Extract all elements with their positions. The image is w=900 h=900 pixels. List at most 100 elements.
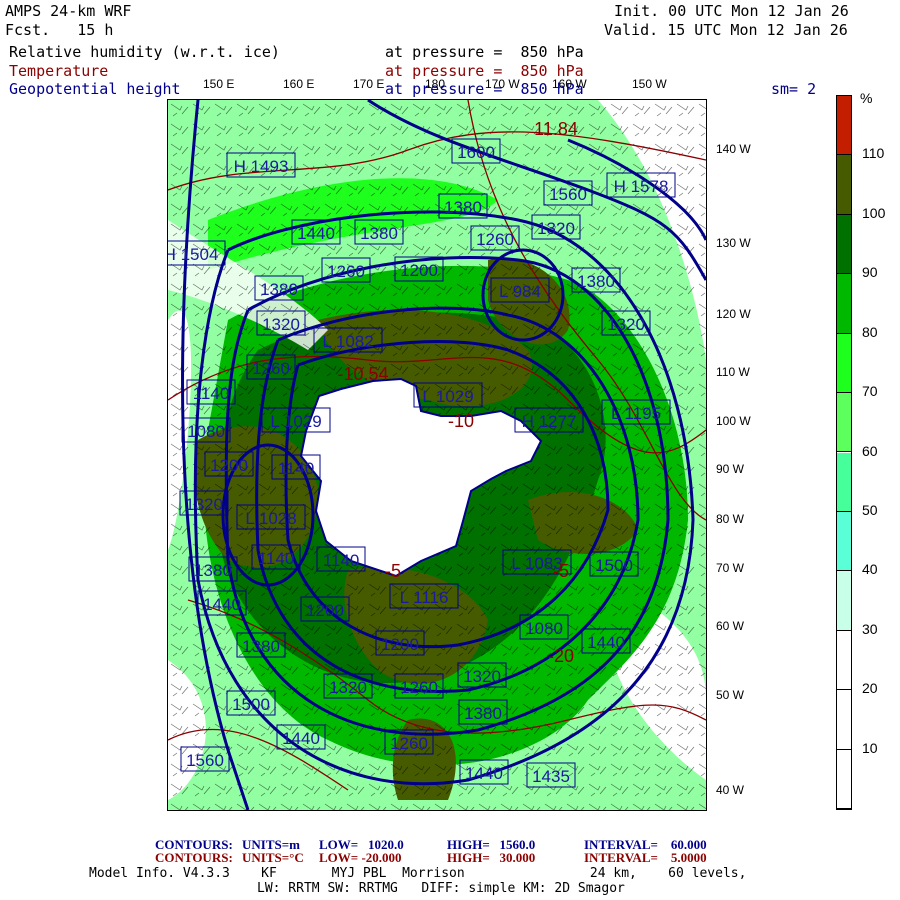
temp-contour-high: HIGH= 30.000 <box>447 850 536 865</box>
top-longitude-label: 150 W <box>632 77 667 91</box>
temperature-contour-label: -5 <box>385 561 401 581</box>
height-contour-label: 1200 <box>400 261 438 280</box>
top-longitude-label: 160 W <box>552 77 587 91</box>
height-contour-label: 1320 <box>185 495 223 514</box>
height-contour-label: 1380 <box>577 272 615 291</box>
colorbar-segment <box>837 393 851 453</box>
height-contour-label: 1320 <box>329 678 367 697</box>
height-contour-label: 1140 <box>258 549 295 568</box>
height-contour-label: L 1029 <box>270 412 321 431</box>
field-temp: Temperature <box>9 62 109 80</box>
height-contour-label: 1380 <box>194 561 232 580</box>
height-contour-label: 1320 <box>537 219 575 238</box>
height-contour-label: 1380 <box>260 280 298 299</box>
right-longitude-label: 120 W <box>716 307 751 321</box>
right-longitude-label: 60 W <box>716 619 745 633</box>
colorbar-segment <box>837 333 851 394</box>
temperature-contour-label: -5 <box>553 561 569 581</box>
height-contour-label: 1600 <box>457 143 495 162</box>
height-contour-label: H 1504 <box>168 245 218 264</box>
right-longitude-label: 110 W <box>716 365 750 379</box>
top-longitude-label: 150 E <box>203 77 235 91</box>
height-contour-label: 1080 <box>187 422 225 441</box>
right-longitude-label: 130 W <box>716 236 751 250</box>
height-contour-label: 1260 <box>390 734 428 753</box>
init-time: Init. 00 UTC Mon 12 Jan 26 <box>614 2 849 20</box>
colorbar <box>836 95 852 810</box>
temp-contour-interval: INTERVAL= 5.0000 <box>584 850 707 865</box>
height-contour-label: L 984 <box>499 282 541 301</box>
colorbar-label: 110 <box>862 145 885 162</box>
colorbar-label: 50 <box>862 501 878 518</box>
height-contour-label: 1200 <box>210 456 248 475</box>
colorbar-label: 30 <box>862 620 878 637</box>
top-longitude-label: 170 E <box>353 77 385 91</box>
temp-contour-low: LOW= -20.000 <box>319 850 402 865</box>
forecast-hour: Fcst. 15 h <box>5 21 114 39</box>
temperature-contour-label: -10.54 <box>337 364 388 384</box>
top-longitude-label: 170 W <box>485 77 520 91</box>
right-longitude-label: 70 W <box>716 561 745 575</box>
height-contour-label: 1440 <box>282 729 320 748</box>
temp-contour-label: CONTOURS: <box>155 850 233 865</box>
colorbar-label: 90 <box>862 264 878 281</box>
colorbar-segment <box>837 155 851 215</box>
height-contour-label: 1500 <box>232 695 270 714</box>
colorbar-segment <box>837 452 851 512</box>
temperature-contour-label: -10 <box>448 411 474 431</box>
height-contour-label: 1380 <box>444 198 482 217</box>
height-contour-label: H 1493 <box>234 157 289 176</box>
colorbar-segment <box>837 511 851 572</box>
right-longitude-label: 80 W <box>716 512 745 526</box>
height-contour-label: 1435 <box>532 767 570 786</box>
field-height: Geopotential height <box>9 80 181 98</box>
right-longitude-label: 50 W <box>716 688 745 702</box>
temp-contour-units: UNITS=°C <box>242 850 304 865</box>
height-contour-label: H 1277 <box>522 412 577 431</box>
map-panel: 1600 H 1493 1560 H 1578 1380 1440 1380 1320 1260… <box>156 98 708 811</box>
height-contour-label: 1140 <box>323 551 360 570</box>
height-contour-label: 1260 <box>476 230 514 249</box>
colorbar-label: 60 <box>862 442 878 459</box>
height-contour-label: 1140 <box>278 459 315 478</box>
height-contour-label: 1440 <box>297 224 335 243</box>
height-contour-label: 1380 <box>360 224 398 243</box>
physics-info: LW: RRTM SW: RRTMG DIFF: simple KM: 2D S… <box>257 881 625 896</box>
height-contour-label: 1440 <box>465 764 503 783</box>
temperature-contour-label: -20 <box>548 646 574 666</box>
rh-temp-height-map: 1600 H 1493 1560 H 1578 1380 1440 1380 1320 1260… <box>156 98 708 811</box>
height-contour-label: H 1578 <box>614 177 669 196</box>
model-info: Model Info. V4.3.3 KF MYJ PBL Morrison 2… <box>89 866 747 881</box>
colorbar-segment <box>837 274 851 334</box>
height-contour-label: 1440 <box>203 595 241 614</box>
height-contour-label: 1440 <box>587 633 625 652</box>
height-contour-label: 1140 <box>193 384 230 403</box>
colorbar-label: 10 <box>862 739 878 756</box>
height-contour-label: 1380 <box>464 704 502 723</box>
height-contour-label: 1200 <box>381 635 419 654</box>
colorbar-label: 80 <box>862 323 878 340</box>
weather-map-page: AMPS 24-km WRF Fcst. 15 h Init. 00 UTC M… <box>0 0 900 900</box>
colorbar-label: 100 <box>862 204 886 221</box>
height-contour-label: L 1029 <box>422 387 473 406</box>
height-contour-label: 1320 <box>463 667 501 686</box>
colorbar-segment <box>837 96 851 156</box>
height-contour-label: 1080 <box>525 619 563 638</box>
valid-time: Valid. 15 UTC Mon 12 Jan 26 <box>604 21 848 39</box>
height-contour-label: 1380 <box>242 637 280 656</box>
right-longitude-label: 140 W <box>716 142 751 156</box>
height-contour-label: 1260 <box>252 359 290 378</box>
height-contour-label: L 1116 <box>400 588 449 607</box>
right-longitude-label: 90 W <box>716 462 745 476</box>
model-title: AMPS 24-km WRF <box>5 2 132 20</box>
colorbar-label: 70 <box>862 383 878 400</box>
height-contour-label: L 1028 <box>245 509 296 528</box>
right-longitude-label: 100 W <box>716 414 751 428</box>
colorbar-label: 40 <box>862 561 878 578</box>
height-contour-label: 1560 <box>186 751 224 770</box>
colorbar-segment <box>837 571 851 631</box>
height-contour-label: 1260 <box>400 678 438 697</box>
height-contour-label: 1320 <box>607 315 645 334</box>
top-longitude-label: 160 E <box>283 77 315 91</box>
right-longitude-label: 40 W <box>716 783 745 797</box>
